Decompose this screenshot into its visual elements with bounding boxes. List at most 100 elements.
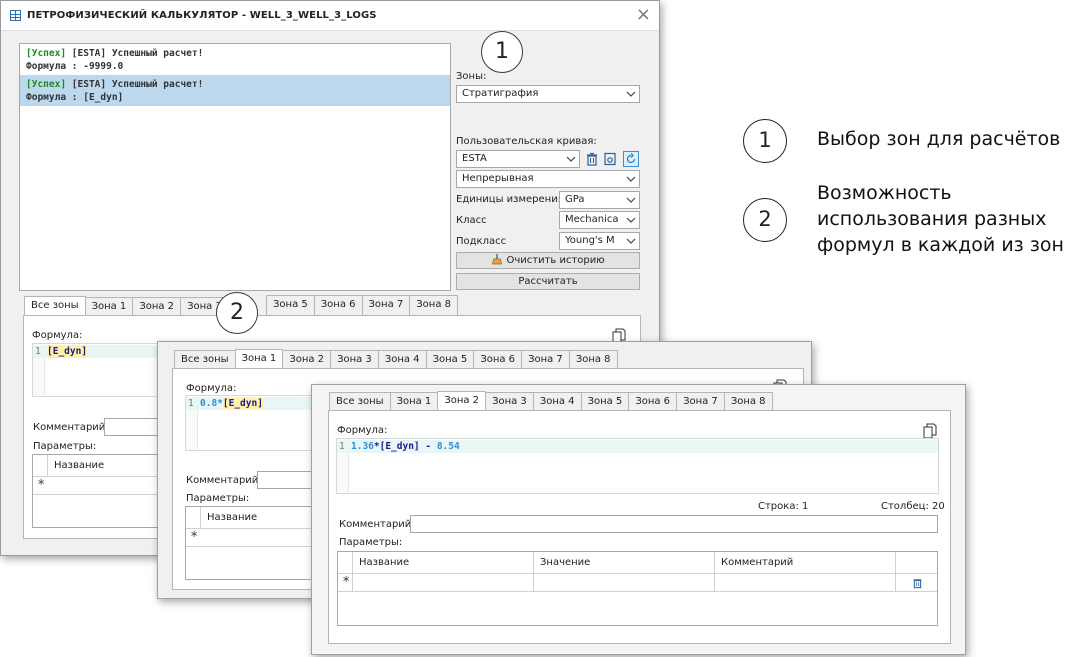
tab-zone-1[interactable]: Зона 1: [389, 392, 439, 412]
units-select[interactable]: GPa: [559, 191, 640, 209]
tab-zone-6[interactable]: Зона 6: [313, 295, 363, 315]
zones-select[interactable]: Стратиграфия: [456, 85, 640, 103]
refresh-icon[interactable]: [623, 151, 639, 167]
chevron-down-icon: [626, 217, 636, 223]
calculate-button[interactable]: Рассчитать: [456, 273, 640, 290]
annotation-2-number: 2: [743, 198, 787, 242]
clear-history-label: Очистить историю: [506, 255, 605, 266]
comment-input[interactable]: [257, 471, 317, 489]
tab-zone-5[interactable]: Зона 5: [580, 392, 630, 412]
annotation-1-number: 1: [743, 119, 787, 163]
class-label: Класс: [456, 215, 487, 226]
log-entry[interactable]: [Успех] [ESTA] Успешный расчет! Формула …: [20, 44, 450, 75]
col-actions-header: [895, 552, 939, 574]
subclass-label: Подкласс: [456, 236, 507, 247]
formula-label: Формула:: [337, 425, 388, 436]
grid-new-row[interactable]: ∗: [186, 529, 314, 547]
tab-zone-4[interactable]: Зона 4: [532, 392, 582, 412]
tab-zone-8[interactable]: Зона 8: [723, 392, 773, 412]
new-row-marker: ∗: [190, 529, 199, 540]
class-value: Mechanica: [565, 214, 619, 225]
col-value-header: Значение: [533, 552, 714, 574]
window-title: ПЕТРОФИЗИЧЕСКИЙ КАЛЬКУЛЯТОР - WELL_3_WEL…: [27, 10, 377, 21]
class-select[interactable]: Mechanica: [559, 211, 640, 229]
formula-reference: [E_dyn]: [222, 398, 263, 409]
delete-icon[interactable]: [585, 152, 599, 166]
chevron-down-icon: [626, 238, 636, 244]
tab-all-zones[interactable]: Все зоны: [329, 392, 391, 412]
log-status: [Успех]: [26, 48, 67, 59]
tab-zone-5[interactable]: Зона 5: [425, 350, 475, 370]
formula-body: *[E_dyn] -: [373, 441, 437, 452]
callout-2: 2: [216, 292, 258, 334]
annotation-2-text: Возможность использования разных формул …: [817, 180, 1064, 258]
line-number: 1: [188, 398, 194, 409]
tab-zone-6[interactable]: Зона 6: [628, 392, 678, 412]
tab-zone-3[interactable]: Зона 3: [330, 350, 379, 370]
new-row-marker: ∗: [37, 477, 46, 488]
comment-input[interactable]: [410, 515, 938, 533]
col-comment-header: Комментарий: [714, 552, 895, 574]
history-log[interactable]: [Успех] [ESTA] Успешный расчет! Формула …: [19, 43, 451, 291]
cursor-row: Строка: 1: [758, 501, 809, 512]
log-status: [Успех]: [26, 79, 67, 90]
chevron-down-icon: [626, 91, 636, 97]
copy-icon[interactable]: [923, 423, 937, 439]
curve-type-select[interactable]: Непрерывная: [456, 170, 640, 188]
custom-curve-select[interactable]: ESTA: [456, 150, 580, 168]
params-grid[interactable]: Название ∗: [185, 506, 315, 580]
log-formula-label: Формула :: [26, 61, 78, 72]
tab-zone-8[interactable]: Зона 8: [409, 295, 458, 315]
line-number: 1: [339, 441, 345, 452]
annotation-1-text: Выбор зон для расчётов: [817, 128, 1061, 150]
formula-coefficient: 1.36: [351, 441, 374, 452]
comment-label: Комментарий:: [339, 519, 415, 530]
save-icon[interactable]: [603, 152, 617, 166]
zones-select-value: Стратиграфия: [462, 88, 539, 99]
formula-editor[interactable]: 1 1.36*[E_dyn] - 8.54: [336, 438, 939, 494]
zone-tabs: Все зоны Зона 1 Зона 2 Зона 3: [24, 295, 229, 318]
line-number: 1: [35, 346, 41, 357]
tab-zone-4[interactable]: Зона 4: [377, 350, 427, 370]
clear-history-button[interactable]: Очистить историю: [456, 252, 640, 269]
comment-label: Комментарий:: [33, 422, 109, 433]
formula-code: [E_dyn]: [47, 345, 88, 358]
formula-code: 0.8*[E_dyn]: [200, 397, 263, 410]
annotation-2-line: использования разных: [817, 208, 1047, 230]
close-icon[interactable]: ×: [636, 5, 651, 25]
subclass-value: Young's M: [565, 235, 615, 246]
callout-1: 1: [481, 31, 523, 73]
grid-app-icon: [10, 10, 21, 21]
tab-zone-2[interactable]: Зона 2: [132, 297, 182, 317]
log-entry-selected[interactable]: [Успех] [ESTA] Успешный расчет! Формула …: [20, 75, 450, 106]
tab-zone-7[interactable]: Зона 7: [676, 392, 725, 412]
tab-zone-7[interactable]: Зона 7: [361, 295, 411, 315]
custom-curve-value: ESTA: [462, 153, 487, 164]
grid-header: Название: [186, 507, 314, 529]
col-name-header: Название: [352, 552, 533, 574]
tab-zone-1[interactable]: Зона 1: [84, 297, 134, 317]
delete-row-icon[interactable]: [912, 577, 923, 589]
chevron-down-icon: [626, 176, 636, 182]
chevron-down-icon: [566, 156, 576, 162]
title-bar: ПЕТРОФИЗИЧЕСКИЙ КАЛЬКУЛЯТОР - WELL_3_WEL…: [1, 1, 659, 31]
tab-zone-7[interactable]: Зона 7: [521, 350, 570, 370]
tab-zone-5[interactable]: Зона 5: [266, 295, 315, 315]
tab-zone-8[interactable]: Зона 8: [568, 350, 618, 370]
tab-zone-3[interactable]: Зона 3: [485, 392, 534, 412]
tab-all-zones[interactable]: Все зоны: [174, 350, 236, 370]
grid-new-row[interactable]: ∗: [338, 574, 937, 592]
subclass-select[interactable]: Young's M: [559, 232, 640, 250]
tab-zone-2[interactable]: Зона 2: [282, 350, 332, 370]
params-label: Параметры:: [339, 537, 403, 548]
params-grid[interactable]: Название Значение Комментарий ∗: [337, 551, 938, 626]
cursor-column: Столбец: 20: [881, 501, 945, 512]
formula-editor[interactable]: 1 0.8*[E_dyn]: [185, 395, 315, 451]
col-name-header: Название: [200, 507, 316, 529]
log-formula: -9999.0: [83, 61, 124, 72]
custom-curve-label: Пользовательская кривая:: [456, 136, 597, 147]
params-label: Параметры:: [33, 441, 97, 452]
tab-zone-6[interactable]: Зона 6: [473, 350, 523, 370]
formula-label: Формула:: [186, 383, 237, 394]
editor-line: 1 0.8*[E_dyn]: [186, 397, 314, 410]
